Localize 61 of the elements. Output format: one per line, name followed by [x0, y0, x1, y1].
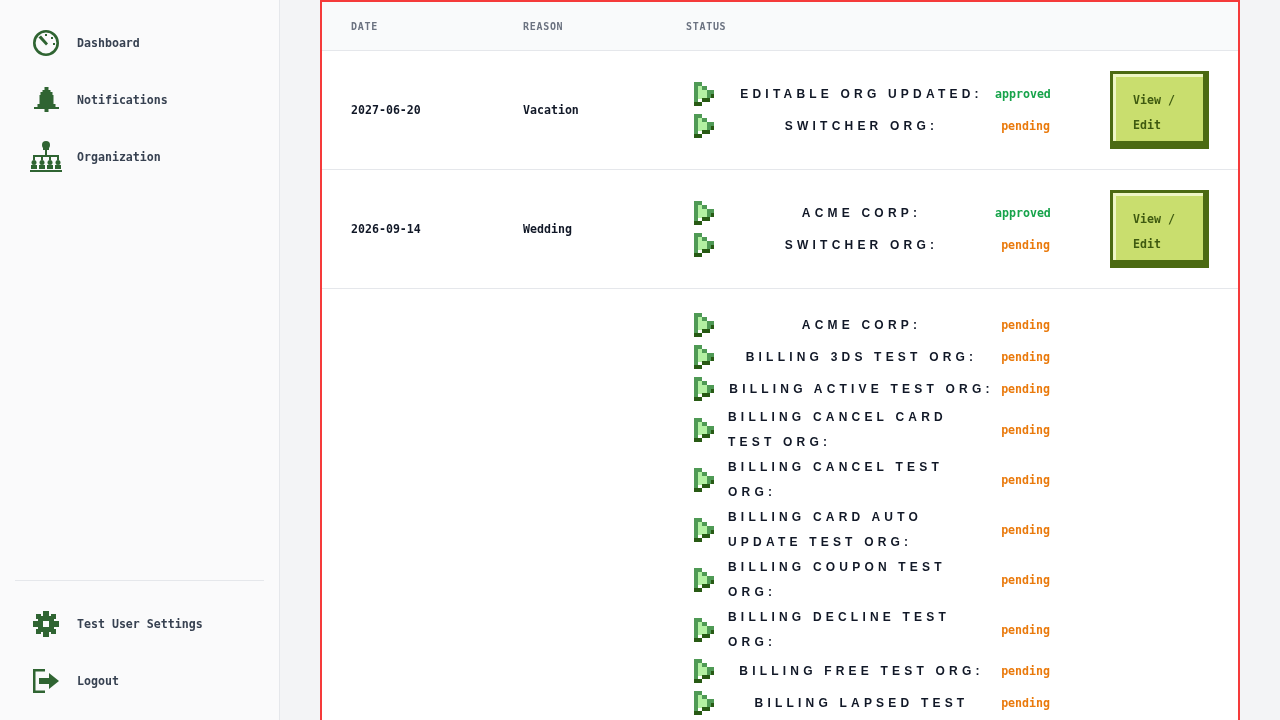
status-text: pending: [1000, 664, 1050, 678]
date-text: 2027-06-20: [351, 103, 421, 117]
sidebar-item[interactable]: Test User Settings: [15, 595, 264, 652]
status-text: pending: [1000, 573, 1050, 587]
sidebar-item[interactable]: Dashboard: [15, 14, 264, 71]
org-name: BILLING CANCEL TEST ORG:: [728, 459, 944, 501]
view-edit-button[interactable]: View / Edit: [1110, 71, 1209, 149]
view-edit-button[interactable]: View / Edit: [1110, 190, 1209, 268]
status-text: pending: [1000, 696, 1050, 710]
sidebar-item[interactable]: Notifications: [15, 71, 264, 128]
gauge-icon: [33, 29, 59, 56]
pixel-arrow-icon: [694, 377, 714, 401]
date-text: 2026-09-14: [351, 222, 421, 236]
sidebar-item[interactable]: Organization: [15, 128, 264, 185]
org-name: BILLING DECLINE TEST ORG:: [728, 609, 951, 651]
org-name: BILLING FREE TEST ORG:: [739, 662, 984, 680]
status-text: pending: [1000, 623, 1050, 637]
org-name: BILLING CANCEL CARD TEST ORG:: [728, 409, 948, 451]
reason-text: Wedding: [523, 222, 572, 236]
status-text: pending: [1000, 382, 1050, 396]
status-text: approved: [995, 206, 1050, 220]
pixel-arrow-icon: [694, 618, 714, 642]
org-name: ACME CORP:: [801, 204, 922, 222]
pixel-arrow-icon: [694, 518, 714, 542]
pixel-arrow-icon: [694, 568, 714, 592]
pixel-arrow-icon: [694, 468, 714, 492]
org-name: BILLING ACTIVE TEST ORG:: [729, 380, 994, 398]
pixel-arrow-icon: [694, 114, 714, 138]
status-text: pending: [1000, 473, 1050, 487]
status-text: pending: [1000, 523, 1050, 537]
pixel-arrow-icon: [694, 345, 714, 369]
settings-gear-icon: [33, 610, 59, 637]
status-text: approved: [995, 87, 1050, 101]
org-name: BILLING COUPON TEST ORG:: [728, 559, 947, 601]
status-text: pending: [1000, 350, 1050, 364]
logout-icon: [33, 668, 59, 693]
column-header: STATUS: [686, 20, 727, 32]
org-name: SWITCHER ORG:: [784, 236, 939, 254]
pixel-arrow-icon: [694, 82, 714, 106]
pixel-arrow-icon: [694, 313, 714, 337]
org-name: BILLING CARD AUTO UPDATE TEST ORG:: [728, 509, 924, 551]
bell-icon: [33, 87, 59, 112]
org-name: BILLING 3DS TEST ORG:: [745, 348, 978, 366]
org-name: EDITABLE ORG UPDATED:: [740, 85, 983, 103]
pixel-arrow-icon: [694, 691, 714, 715]
column-header: REASON: [523, 20, 564, 32]
status-text: pending: [1000, 423, 1050, 437]
org-name: ACME CORP:: [801, 316, 922, 334]
status-text: pending: [1000, 119, 1050, 133]
sidebar-item[interactable]: Logout: [15, 652, 264, 709]
pixel-arrow-icon: [694, 233, 714, 257]
column-header: DATE: [351, 20, 378, 32]
org-name: SWITCHER ORG:: [784, 117, 939, 135]
pixel-arrow-icon: [694, 659, 714, 683]
pixel-arrow-icon: [694, 418, 714, 442]
status-text: pending: [1000, 238, 1050, 252]
reason-text: Vacation: [523, 103, 579, 117]
pixel-arrow-icon: [694, 201, 714, 225]
org-chart-icon: [30, 140, 62, 173]
status-text: pending: [1000, 318, 1050, 332]
org-name: BILLING LAPSED TEST: [754, 694, 969, 712]
